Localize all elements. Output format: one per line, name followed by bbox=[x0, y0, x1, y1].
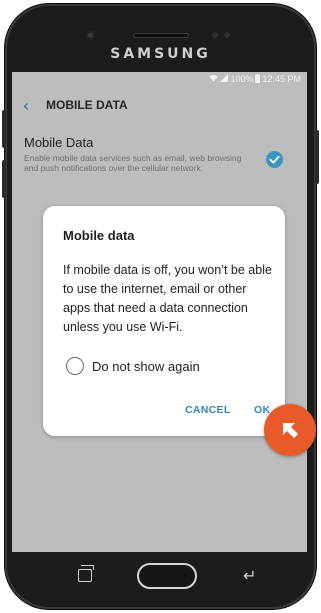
setting-title: Mobile Data bbox=[24, 135, 94, 150]
clock: 12:45 PM bbox=[262, 74, 301, 84]
home-button[interactable] bbox=[137, 563, 197, 589]
recents-icon[interactable] bbox=[78, 565, 94, 582]
mobile-data-dialog: Mobile data If mobile data is off, you w… bbox=[43, 206, 285, 436]
proximity-sensor bbox=[212, 32, 218, 38]
navigation-bar: ↵ bbox=[12, 552, 307, 602]
battery-percent: 100% bbox=[230, 74, 254, 84]
dialog-title: Mobile data bbox=[63, 228, 135, 243]
setting-description: Enable mobile data services such as emai… bbox=[24, 153, 242, 173]
volume-up-key bbox=[2, 110, 6, 148]
status-bar: 100% 12:45 PM bbox=[209, 73, 301, 85]
front-camera bbox=[86, 31, 95, 40]
mobile-data-checkbox[interactable] bbox=[266, 151, 283, 168]
radio-label: Do not show again bbox=[92, 358, 200, 374]
volume-down-key bbox=[2, 160, 6, 198]
screen: 100% 12:45 PM ‹ MOBILE DATA Mobile Data … bbox=[12, 72, 307, 552]
do-not-show-again-option[interactable]: Do not show again bbox=[66, 357, 200, 375]
mobile-data-setting[interactable]: Mobile Data Enable mobile data services … bbox=[12, 129, 307, 189]
app-header: ‹ MOBILE DATA bbox=[12, 90, 307, 120]
checkmark-icon bbox=[269, 155, 280, 164]
cancel-button[interactable]: CANCEL bbox=[185, 404, 231, 416]
earpiece-speaker bbox=[133, 33, 189, 38]
brand-logo: SAMSUNG bbox=[110, 46, 211, 62]
wifi-icon bbox=[209, 74, 218, 84]
page-title: MOBILE DATA bbox=[46, 98, 128, 112]
signal-icon bbox=[220, 74, 229, 84]
light-sensor bbox=[224, 32, 230, 38]
radio-button[interactable] bbox=[66, 357, 84, 375]
arrow-up-left-icon bbox=[264, 404, 316, 456]
dialog-message: If mobile data is off, you won’t be able… bbox=[63, 263, 272, 334]
back-icon[interactable]: ↵ bbox=[243, 566, 256, 585]
battery-icon bbox=[255, 73, 261, 85]
power-key bbox=[315, 130, 319, 184]
chevron-left-icon[interactable]: ‹ bbox=[12, 96, 40, 115]
